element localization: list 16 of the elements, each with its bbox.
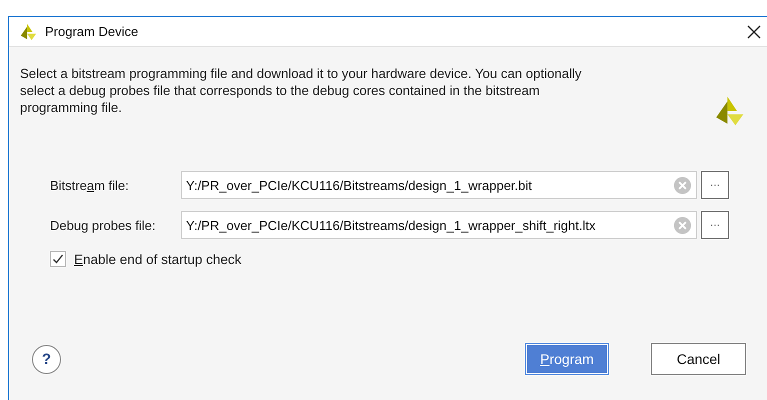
logo-icon [19, 22, 37, 40]
help-button[interactable]: ? [32, 344, 61, 374]
file-path-field[interactable]: Y:/PR_over_PCIe/KCU116/Bitstreams/design_1_wrapper.bit [181, 171, 697, 199]
browse-button[interactable]: ··· [701, 171, 729, 199]
file-path-field[interactable]: Y:/PR_over_PCIe/KCU116/Bitstreams/design_1_wrapper_shift_right.ltx [181, 211, 697, 239]
field-label: Debug probes file: [50, 218, 157, 232]
field-label: Bitstream file: [50, 178, 130, 192]
window-title: Program Device [45, 24, 140, 39]
browse-button[interactable]: ··· [701, 211, 729, 239]
startup-check-checkbox[interactable]: Enable end of startup check [50, 251, 745, 267]
program-button[interactable]: Program [525, 343, 609, 375]
checkbox[interactable] [50, 251, 66, 267]
check-icon [52, 253, 64, 265]
cancel-button[interactable]: Cancel [651, 343, 746, 375]
description-text: Select a bitstream programming file and download it to your hardware device. You can optionally select a debug probes file that corresponds to the debug cores contained in the bitstream programming file. [20, 65, 583, 116]
close-icon[interactable] [747, 24, 761, 38]
